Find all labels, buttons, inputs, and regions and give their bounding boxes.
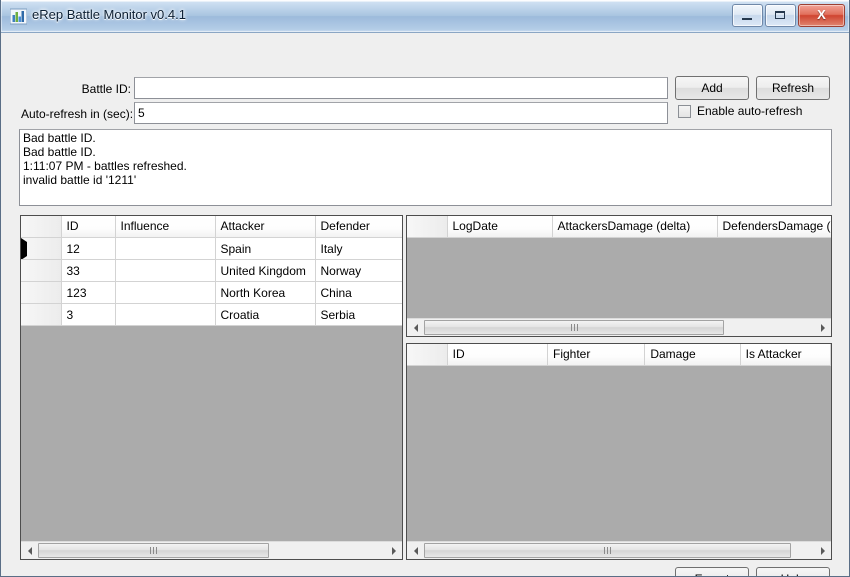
column-header-id[interactable]: ID — [61, 216, 116, 238]
cell-influence[interactable] — [115, 303, 216, 326]
column-header-logdate[interactable]: LogDate — [447, 216, 553, 238]
grip-icon — [570, 324, 578, 331]
table-row[interactable]: 3 Croatia Serbia — [21, 303, 402, 326]
scroll-thumb[interactable] — [424, 320, 724, 335]
battles-grid-hscrollbar[interactable] — [21, 541, 402, 559]
cell-defender[interactable]: Italy — [315, 237, 402, 260]
maximize-icon — [775, 11, 785, 19]
table-row[interactable]: 33 United Kingdom Norway — [21, 259, 402, 282]
battle-log-grid-viewport: LogDate AttackersDamage (delta) Defender… — [407, 216, 831, 319]
fighters-grid-hscrollbar[interactable] — [407, 541, 831, 559]
export-button[interactable]: Export — [675, 567, 749, 576]
fighters-table: ID Fighter Damage Is Attacker — [407, 344, 831, 366]
cell-defender[interactable]: China — [315, 281, 402, 304]
window-title: eRep Battle Monitor v0.4.1 — [32, 7, 186, 22]
battles-table: ID Influence Attacker Defender 12 Spain … — [21, 216, 402, 326]
cell-id[interactable]: 3 — [61, 303, 116, 326]
row-selector-header — [407, 344, 448, 366]
scroll-track[interactable] — [424, 319, 814, 336]
scroll-thumb[interactable] — [424, 543, 791, 558]
battle-log-header-row: LogDate AttackersDamage (delta) Defender… — [407, 216, 831, 238]
enable-auto-refresh-label: Enable auto-refresh — [697, 104, 803, 118]
scroll-track[interactable] — [38, 542, 385, 559]
row-selector-header — [21, 216, 62, 238]
cell-id[interactable]: 123 — [61, 281, 116, 304]
add-button[interactable]: Add — [675, 76, 749, 100]
maximize-button[interactable] — [765, 4, 796, 27]
title-bar[interactable]: eRep Battle Monitor v0.4.1 X — [1, 0, 849, 33]
auto-refresh-label: Auto-refresh in (sec): — [21, 107, 134, 121]
close-button[interactable]: X — [798, 4, 845, 27]
log-line: 1:11:07 PM - battles refreshed. — [23, 159, 187, 173]
cell-attacker[interactable]: North Korea — [215, 281, 316, 304]
row-selector-cell[interactable] — [21, 237, 62, 260]
column-header-attackers-damage[interactable]: AttackersDamage (delta) — [552, 216, 718, 238]
window-controls: X — [732, 4, 845, 27]
scroll-right-arrow-icon[interactable] — [814, 542, 831, 559]
log-textarea[interactable]: Bad battle ID. Bad battle ID. 1:11:07 PM… — [19, 129, 832, 206]
column-header-fighter[interactable]: Fighter — [547, 344, 646, 366]
cell-influence[interactable] — [115, 259, 216, 282]
cell-attacker[interactable]: Spain — [215, 237, 316, 260]
cell-defender[interactable]: Norway — [315, 259, 402, 282]
battles-header-row: ID Influence Attacker Defender — [21, 216, 402, 238]
scroll-track[interactable] — [424, 542, 814, 559]
close-icon: X — [817, 7, 826, 22]
battles-grid-viewport: ID Influence Attacker Defender 12 Spain … — [21, 216, 402, 542]
column-header-defenders-damage[interactable]: DefendersDamage (delta — [717, 216, 831, 238]
grip-icon — [604, 547, 611, 554]
scroll-left-arrow-icon[interactable] — [21, 542, 38, 559]
enable-auto-refresh-checkbox[interactable]: Enable auto-refresh — [678, 104, 802, 118]
column-header-id[interactable]: ID — [447, 344, 548, 366]
app-window: eRep Battle Monitor v0.4.1 X Battle ID: … — [0, 0, 850, 577]
grip-icon — [150, 547, 157, 554]
scroll-right-arrow-icon[interactable] — [385, 542, 402, 559]
battle-id-label: Battle ID: — [81, 82, 131, 96]
battles-grid[interactable]: ID Influence Attacker Defender 12 Spain … — [20, 215, 403, 560]
table-row[interactable]: 12 Spain Italy — [21, 237, 402, 260]
column-header-damage[interactable]: Damage — [644, 344, 741, 366]
scroll-right-arrow-icon[interactable] — [814, 319, 831, 336]
refresh-button[interactable]: Refresh — [756, 76, 830, 100]
cell-attacker[interactable]: Croatia — [215, 303, 316, 326]
battle-id-input[interactable] — [134, 77, 668, 99]
help-button[interactable]: Help — [756, 567, 830, 576]
log-line: Bad battle ID. — [23, 131, 96, 145]
auto-refresh-input[interactable] — [134, 102, 668, 124]
cell-influence[interactable] — [115, 281, 216, 304]
row-selector-cell[interactable] — [21, 259, 62, 282]
scroll-thumb[interactable] — [38, 543, 269, 558]
fighters-header-row: ID Fighter Damage Is Attacker — [407, 344, 831, 366]
minimize-button[interactable] — [732, 4, 763, 27]
cell-id[interactable]: 33 — [61, 259, 116, 282]
battles-body: 12 Spain Italy 33 United Kingdom Norway — [21, 237, 402, 326]
scroll-left-arrow-icon[interactable] — [407, 542, 424, 559]
current-row-marker-icon — [21, 237, 27, 259]
cell-id[interactable]: 12 — [61, 237, 116, 260]
checkbox-box — [678, 104, 691, 118]
column-header-is-attacker[interactable]: Is Attacker — [740, 344, 831, 366]
row-selector-cell[interactable] — [21, 281, 62, 304]
log-line: Bad battle ID. — [23, 145, 96, 159]
column-header-attacker[interactable]: Attacker — [215, 216, 316, 238]
table-row[interactable]: 123 North Korea China — [21, 281, 402, 304]
log-line: invalid battle id '1211' — [23, 173, 137, 187]
battle-log-grid[interactable]: LogDate AttackersDamage (delta) Defender… — [406, 215, 832, 337]
scroll-left-arrow-icon[interactable] — [407, 319, 424, 336]
fighters-grid[interactable]: ID Fighter Damage Is Attacker — [406, 343, 832, 560]
battle-log-table: LogDate AttackersDamage (delta) Defender… — [407, 216, 831, 238]
column-header-defender[interactable]: Defender — [315, 216, 402, 238]
battle-log-hscrollbar[interactable] — [407, 318, 831, 336]
cell-defender[interactable]: Serbia — [315, 303, 402, 326]
column-header-influence[interactable]: Influence — [115, 216, 216, 238]
cell-attacker[interactable]: United Kingdom — [215, 259, 316, 282]
row-selector-cell[interactable] — [21, 303, 62, 326]
cell-influence[interactable] — [115, 237, 216, 260]
chart-bars-icon — [9, 8, 28, 25]
fighters-grid-viewport: ID Fighter Damage Is Attacker — [407, 344, 831, 542]
minimize-icon — [742, 18, 752, 20]
row-selector-header — [407, 216, 448, 238]
